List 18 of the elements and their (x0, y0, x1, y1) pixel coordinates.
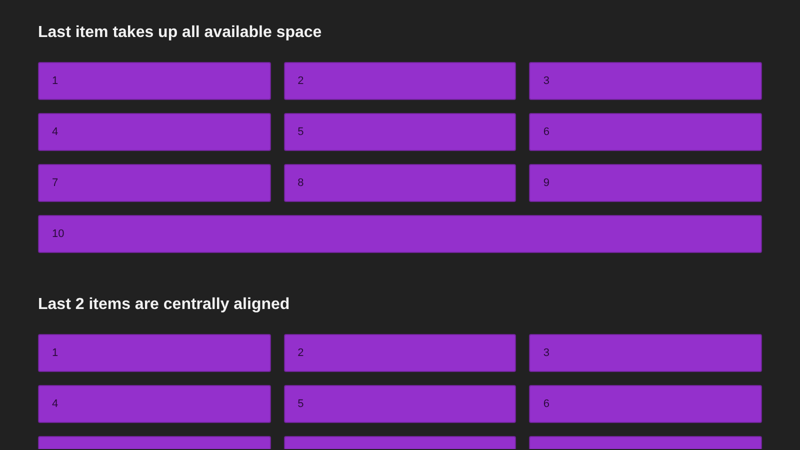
grid-item: 2 (284, 334, 516, 372)
section-heading: Last item takes up all available space (38, 23, 323, 43)
grid-item: 5 (284, 113, 516, 151)
grid-item: 1 (38, 62, 271, 100)
grid-item: 5 (284, 385, 516, 423)
grid-item: 3 (529, 334, 762, 372)
grid-item: 4 (38, 113, 271, 151)
grid-item: 4 (38, 385, 271, 423)
grid-item: 7 (38, 164, 271, 202)
grid-item: 2 (284, 62, 516, 100)
grid-item: 9 (529, 164, 762, 202)
grid-item: 3 (529, 62, 762, 100)
grid-item: 6 (529, 385, 762, 423)
grid-item: 8 (284, 164, 516, 202)
grid-item: 10 (38, 215, 762, 253)
grid-item: 1 (38, 334, 271, 372)
grid-item: 6 (529, 113, 762, 151)
section-heading: Last 2 items are centrally aligned (38, 295, 291, 315)
